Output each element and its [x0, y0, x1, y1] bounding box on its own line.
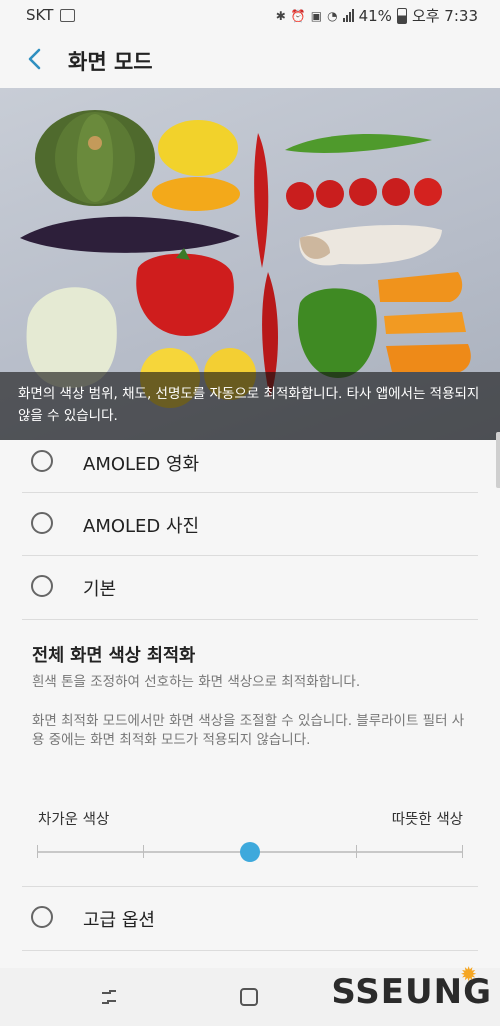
mode-option-label: 기본	[83, 579, 117, 600]
wifi-icon: ◔	[327, 8, 338, 23]
recent-apps-icon	[102, 990, 116, 1004]
home-icon	[240, 988, 258, 1006]
advanced-options[interactable]: 고급 옵션	[22, 888, 478, 950]
divider	[22, 492, 478, 493]
mode-option-amoled-photo[interactable]: AMOLED 사진	[22, 494, 478, 556]
cool-color-label: 차가운 색상	[38, 812, 110, 828]
hero-caption-text: 화면의 색상 범위, 채도, 선명도를 자동으로 최적화합니다. 타사 앱에서는…	[18, 386, 480, 424]
optimize-note: 화면 최적화 모드에서만 화면 색상을 조절할 수 있습니다. 블루라이트 필터…	[32, 713, 465, 748]
page-title: 화면 모드	[68, 50, 153, 74]
hero-image: 화면의 색상 범위, 채도, 선명도를 자동으로 최적화합니다. 타사 앱에서는…	[0, 88, 500, 440]
recent-apps-button[interactable]	[96, 984, 122, 1010]
mode-option-label: AMOLED 영화	[83, 454, 200, 475]
radio-button[interactable]	[31, 906, 53, 928]
mode-option-amoled-cinema[interactable]: AMOLED 영화	[22, 432, 478, 494]
sun-icon: ✹	[460, 962, 478, 986]
clock: 오후 7:33	[411, 7, 478, 25]
divider	[22, 555, 478, 556]
optimize-title: 전체 화면 색상 최적화	[32, 646, 196, 666]
slider-thumb[interactable]	[240, 842, 260, 862]
warm-color-label: 따뜻한 색상	[391, 812, 463, 828]
home-button[interactable]	[236, 984, 262, 1010]
app-header: 화면 모드	[0, 30, 500, 88]
color-tone-slider[interactable]	[37, 842, 463, 862]
volte-icon: ▣	[310, 8, 323, 23]
alarm-icon: ⏰	[290, 8, 306, 23]
slider-tick	[462, 845, 463, 858]
carrier-label: SKT	[26, 6, 54, 24]
status-bar: SKT ✱ ⏰ ▣ ◔ 41% 오후 7:33	[0, 0, 500, 30]
slider-tick	[37, 845, 38, 858]
radio-button[interactable]	[31, 575, 53, 597]
slider-tick	[143, 845, 145, 858]
slider-tick	[355, 845, 357, 858]
bluetooth-icon: ✱	[275, 8, 286, 23]
watermark-logo: SSEUNG ✹	[331, 962, 492, 1012]
image-notification-icon	[60, 8, 76, 22]
edge-panel-handle[interactable]	[496, 432, 500, 488]
chevron-left-icon	[28, 48, 41, 70]
mode-option-basic[interactable]: 기본	[22, 557, 478, 619]
radio-button[interactable]	[31, 512, 53, 534]
back-button[interactable]	[24, 44, 48, 74]
signal-icon	[342, 9, 354, 22]
divider	[22, 950, 478, 951]
divider	[22, 886, 478, 887]
advanced-options-label: 고급 옵션	[83, 910, 155, 931]
hero-caption-overlay: 화면의 색상 범위, 채도, 선명도를 자동으로 최적화합니다. 타사 앱에서는…	[0, 372, 500, 440]
mode-option-label: AMOLED 사진	[83, 516, 200, 537]
battery-icon	[396, 7, 407, 24]
battery-percent: 41%	[358, 6, 392, 25]
divider	[22, 619, 478, 620]
radio-button[interactable]	[31, 450, 53, 472]
optimize-description: 흰색 톤을 조정하여 선호하는 화면 색상으로 최적화합니다.	[32, 674, 361, 690]
